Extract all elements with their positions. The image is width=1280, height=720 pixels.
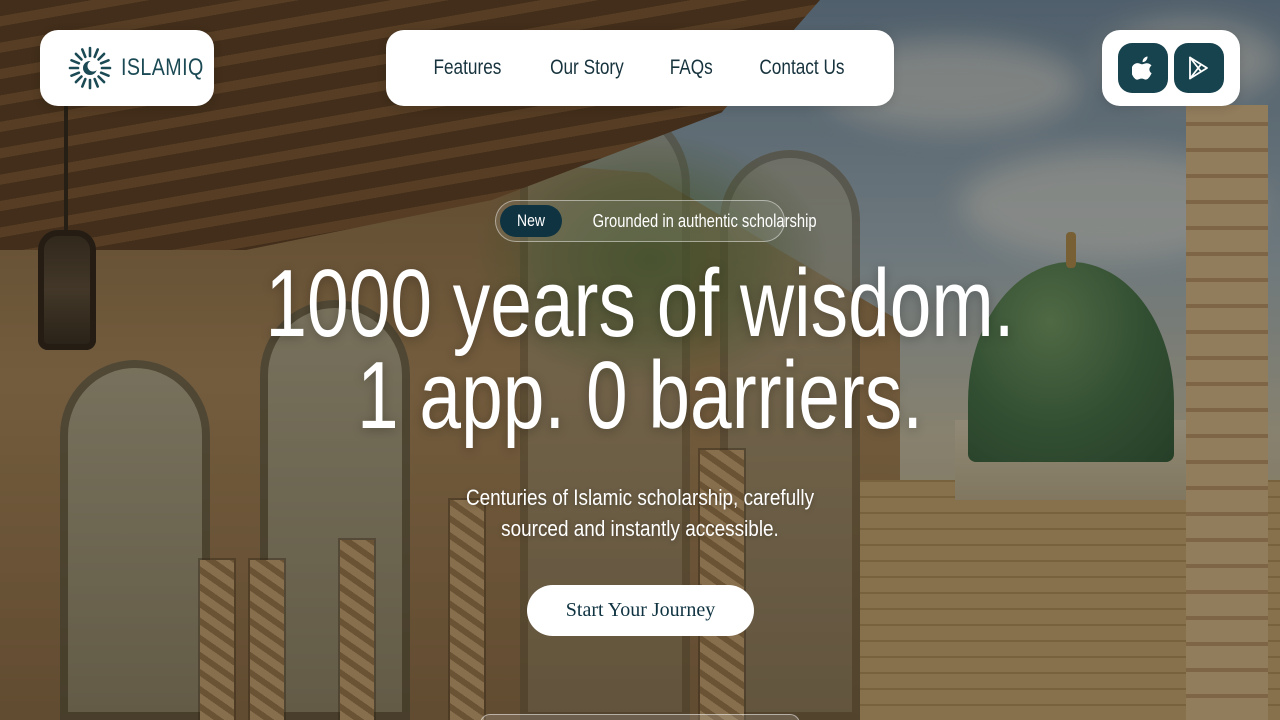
- badge-text-label: Grounded in authentic scholarship: [592, 210, 817, 231]
- hero-subheading: Centuries of Islamic scholarship, carefu…: [390, 482, 890, 544]
- announcement-badge: New Grounded in authentic scholarship: [495, 200, 817, 242]
- start-journey-button[interactable]: Start Your Journey: [527, 585, 754, 636]
- badge-tag-label: New: [517, 211, 545, 230]
- badge-tag: New: [500, 205, 563, 237]
- next-section-peek: [480, 714, 800, 720]
- hero-headline: 1000 years of wisdom. 1 app. 0 barriers.: [140, 250, 1140, 449]
- subhead-line-1: Centuries of Islamic scholarship, carefu…: [465, 485, 815, 510]
- hero-section: New Grounded in authentic scholarship 10…: [0, 0, 1280, 720]
- headline-line-2: 1 app. 0 barriers.: [356, 342, 924, 449]
- subhead-line-2: sourced and instantly accessible.: [501, 516, 779, 541]
- headline-line-1: 1000 years of wisdom.: [265, 250, 1015, 357]
- badge-text: Grounded in authentic scholarship: [568, 211, 841, 232]
